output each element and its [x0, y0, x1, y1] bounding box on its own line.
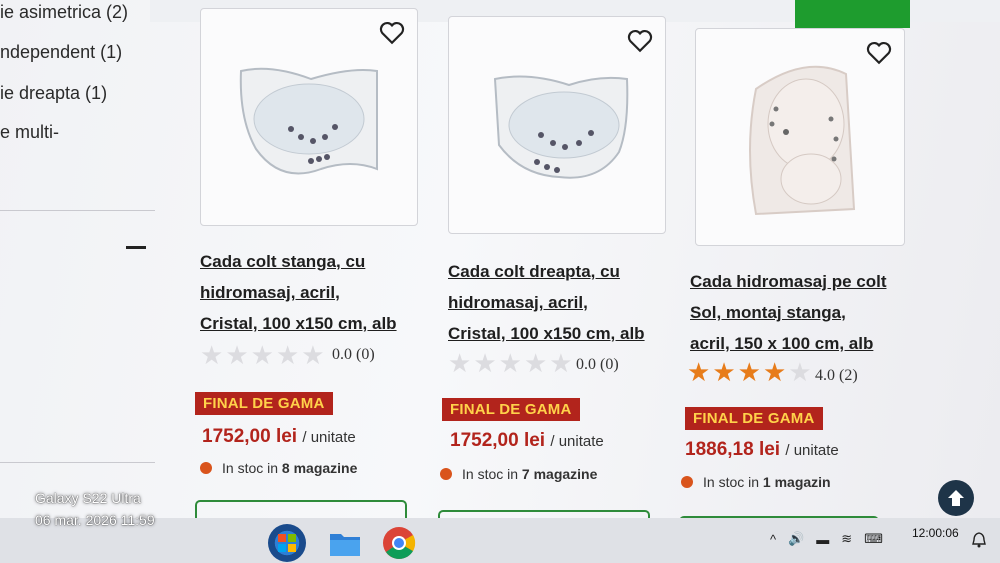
rating-text: 0.0 (0): [576, 356, 619, 373]
arrow-up-icon: [948, 490, 964, 506]
notification-bell-icon[interactable]: [972, 532, 986, 548]
browser-viewport: ie asimetrica (2) ndependent (1) ie drea…: [0, 0, 1000, 525]
taskbar-clock[interactable]: 12:00:06: [912, 526, 959, 540]
stock-count: 1 magazin: [762, 474, 831, 490]
stock-count: 7 magazine: [521, 466, 598, 482]
star-icon: ★: [200, 340, 224, 370]
star-icon: ★: [712, 357, 736, 387]
price-value: 1886,18 lei: [685, 439, 781, 460]
collapse-icon[interactable]: [126, 246, 146, 249]
filter-option[interactable]: ie asimetrica (2): [0, 2, 128, 23]
star-icon: ★: [523, 348, 548, 378]
title-line[interactable]: Sol, montaj stanga,: [690, 297, 930, 328]
filter-option[interactable]: ndependent (1): [0, 42, 122, 63]
star-icon: ★: [737, 357, 761, 387]
title-line[interactable]: Cada colt dreapta, cu: [448, 256, 688, 287]
product-price: 1752,00 lei / unitate: [450, 430, 604, 452]
scroll-to-top-button[interactable]: [938, 480, 974, 516]
filter-divider: [0, 210, 155, 211]
star-icon: ★: [788, 357, 812, 387]
volume-icon[interactable]: 🔊: [788, 531, 804, 547]
title-line[interactable]: hidromasaj, acril,: [200, 277, 440, 308]
star-icon: ★: [225, 340, 249, 370]
product-card: Cada hidromasaj pe colt Sol, montaj stan…: [679, 28, 935, 525]
stock-text: In stoc in 1 magazin: [703, 474, 831, 490]
product-title[interactable]: Cada colt dreapta, cu hidromasaj, acril,…: [448, 256, 688, 349]
product-card: Cada colt stanga, cu hidromasaj, acril, …: [195, 8, 440, 525]
star-icon: ★: [687, 357, 711, 387]
product-card: Cada colt dreapta, cu hidromasaj, acril,…: [438, 16, 688, 525]
status-badge: FINAL DE GAMA: [442, 398, 580, 421]
folder-icon: [330, 534, 360, 556]
star-icon: ★: [275, 340, 300, 370]
rating-stars: ★ ★ ★ ★ ★: [448, 350, 573, 376]
filter-divider: [0, 462, 155, 463]
price-value: 1752,00 lei: [202, 426, 298, 447]
stock-prefix: In stoc in: [222, 460, 279, 476]
star-icon: ★: [473, 348, 497, 378]
product-image[interactable]: [200, 8, 418, 226]
filter-option[interactable]: e multi-: [0, 122, 59, 143]
stock-dot-icon: [681, 476, 693, 488]
stock-text: In stoc in 7 magazine: [462, 466, 597, 482]
status-badge: FINAL DE GAMA: [195, 392, 333, 415]
header-green-block[interactable]: [795, 0, 910, 28]
title-line[interactable]: hidromasaj, acril,: [448, 287, 688, 318]
price-value: 1752,00 lei: [450, 430, 546, 451]
title-line[interactable]: Cristal, 100 x150 cm, alb: [448, 318, 688, 349]
filter-sidebar: ie asimetrica (2) ndependent (1) ie drea…: [0, 0, 160, 525]
stock-status[interactable]: In stoc in 7 magazine: [440, 466, 597, 482]
tray-chevron-icon[interactable]: ^: [770, 532, 776, 547]
camera-watermark: Galaxy S22 Ultra 06 mar. 2026 11:59: [35, 487, 155, 531]
product-image[interactable]: [448, 16, 666, 234]
product-title[interactable]: Cada colt stanga, cu hidromasaj, acril, …: [200, 246, 440, 339]
filter-option[interactable]: ie dreapta (1): [0, 83, 107, 104]
stock-text: In stoc in 8 magazine: [222, 460, 357, 476]
stock-status[interactable]: In stoc in 8 magazine: [200, 460, 357, 476]
status-badge: FINAL DE GAMA: [685, 407, 823, 430]
product-price: 1886,18 lei / unitate: [685, 439, 839, 461]
star-icon: ★: [448, 348, 472, 378]
battery-icon[interactable]: ▬: [816, 532, 829, 547]
chrome-icon[interactable]: [380, 524, 418, 562]
heart-icon[interactable]: [627, 29, 653, 53]
keyboard-icon[interactable]: ⌨: [864, 531, 883, 547]
star-icon: ★: [301, 340, 325, 370]
stock-count: 8 magazine: [281, 460, 358, 476]
title-line[interactable]: Cada colt stanga, cu: [200, 246, 440, 277]
rating-stars: ★ ★ ★ ★ ★: [200, 342, 325, 368]
price-unit: / unitate: [550, 433, 604, 450]
product-price: 1752,00 lei / unitate: [202, 426, 356, 448]
title-line[interactable]: Cada hidromasaj pe colt: [690, 266, 930, 297]
rating-text: 4.0 (2): [815, 367, 858, 384]
windows-start-icon[interactable]: [268, 524, 306, 562]
rating-stars: ★ ★ ★ ★ ★: [687, 359, 812, 385]
star-icon: ★: [762, 357, 787, 387]
star-icon: ★: [498, 348, 522, 378]
windows-logo-icon: [278, 534, 296, 552]
stock-prefix: In stoc in: [462, 466, 519, 482]
heart-icon[interactable]: [866, 41, 892, 65]
price-unit: / unitate: [302, 429, 356, 446]
rating-text: 0.0 (0): [332, 346, 375, 363]
heart-icon[interactable]: [379, 21, 405, 45]
wifi-icon[interactable]: ≋: [841, 531, 852, 547]
device-name: Galaxy S22 Ultra: [35, 490, 141, 506]
star-icon: ★: [250, 340, 274, 370]
title-line[interactable]: acril, 150 x 100 cm, alb: [690, 328, 930, 359]
stock-dot-icon: [200, 462, 212, 474]
price-unit: / unitate: [785, 442, 839, 459]
stock-status[interactable]: In stoc in 1 magazin: [681, 474, 831, 490]
stock-prefix: In stoc in: [703, 474, 760, 490]
product-title[interactable]: Cada hidromasaj pe colt Sol, montaj stan…: [690, 266, 930, 359]
title-line[interactable]: Cristal, 100 x150 cm, alb: [200, 308, 440, 339]
chrome-logo-icon: [383, 527, 416, 559]
file-explorer-icon[interactable]: [326, 524, 364, 562]
star-icon: ★: [549, 348, 573, 378]
capture-datetime: 06 mar. 2026 11:59: [35, 512, 155, 528]
system-tray: ^ 🔊 ▬ ≋ ⌨: [770, 531, 883, 547]
product-image[interactable]: [695, 28, 905, 246]
stock-dot-icon: [440, 468, 452, 480]
